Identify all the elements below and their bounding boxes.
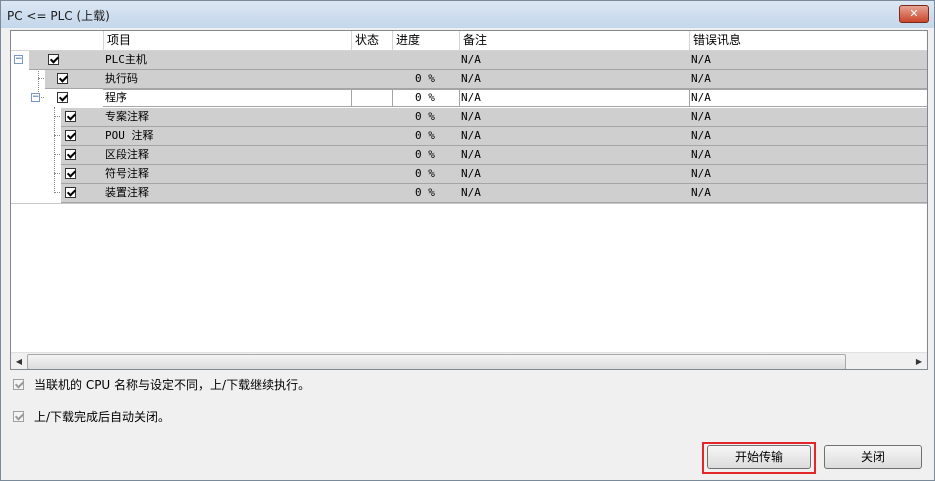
- scroll-left-icon[interactable]: ◀: [11, 353, 27, 369]
- progress-value: 0 %: [415, 148, 435, 161]
- item-label: POU 注释: [105, 129, 154, 142]
- col-item[interactable]: 项目: [103, 31, 351, 50]
- item-label: 执行码: [105, 72, 138, 85]
- col-error[interactable]: 错误讯息: [689, 31, 927, 50]
- item-label: 装置注释: [105, 186, 149, 199]
- item-label: 区段注释: [105, 148, 149, 161]
- scroll-thumb[interactable]: [27, 354, 846, 369]
- note-value: N/A: [461, 53, 481, 66]
- error-value: N/A: [691, 148, 711, 161]
- title-bar: PC <= PLC (上载) ✕: [1, 1, 934, 28]
- option-label: 当联机的 CPU 名称与设定不同，上/下载继续执行。: [34, 378, 311, 392]
- tree-row-exec-code[interactable]: 执行码 0 % N/A N/A: [11, 70, 927, 89]
- progress-value: 0 %: [415, 110, 435, 123]
- window-title: PC <= PLC (上载): [7, 9, 110, 23]
- progress-value: 0 %: [415, 186, 435, 199]
- checkbox-icon[interactable]: [57, 73, 68, 84]
- row-outline: [103, 89, 927, 107]
- error-value: N/A: [691, 53, 711, 66]
- cell-divider: [392, 89, 393, 107]
- progress-value: 0 %: [415, 72, 435, 85]
- cell-divider: [459, 89, 460, 107]
- col-progress[interactable]: 进度: [392, 31, 459, 50]
- note-value: N/A: [461, 110, 481, 123]
- checkbox-icon[interactable]: [48, 54, 59, 65]
- progress-value: 0 %: [415, 167, 435, 180]
- item-label: PLC主机: [105, 53, 147, 66]
- transfer-tree-list[interactable]: 项目 状态 进度 备注 错误讯息 − PLC主机 N/A N/A 执行码 0 %…: [10, 30, 928, 370]
- checkbox-icon[interactable]: [65, 149, 76, 160]
- row-background: [61, 165, 927, 184]
- option-label: 上/下载完成后自动关闭。: [34, 410, 171, 424]
- checkbox-icon[interactable]: [65, 130, 76, 141]
- error-value: N/A: [691, 110, 711, 123]
- cell-divider: [689, 89, 690, 107]
- dialog-window: PC <= PLC (上载) ✕ 项目 状态 进度 备注 错误讯息 − PLC主…: [0, 0, 935, 481]
- cell-divider: [351, 89, 352, 107]
- list-bottom-divider: [11, 203, 927, 204]
- note-value: N/A: [461, 72, 481, 85]
- tree-row-device-comment[interactable]: 装置注释 0 % N/A N/A: [11, 184, 927, 203]
- tree-row-plc-host[interactable]: − PLC主机 N/A N/A: [11, 51, 927, 70]
- checkbox-icon[interactable]: [13, 411, 24, 422]
- col-note[interactable]: 备注: [459, 31, 689, 50]
- error-value: N/A: [691, 167, 711, 180]
- collapse-icon[interactable]: −: [14, 55, 23, 64]
- tree-row-section-comment[interactable]: 区段注释 0 % N/A N/A: [11, 146, 927, 165]
- column-header: 项目 状态 进度 备注 错误讯息: [11, 31, 927, 51]
- checkbox-icon[interactable]: [57, 92, 68, 103]
- note-value: N/A: [461, 91, 481, 104]
- scroll-right-icon[interactable]: ▶: [911, 353, 927, 369]
- row-background: [61, 146, 927, 165]
- item-label: 符号注释: [105, 167, 149, 180]
- error-value: N/A: [691, 91, 711, 104]
- note-value: N/A: [461, 129, 481, 142]
- item-label: 专案注释: [105, 110, 149, 123]
- close-button[interactable]: 关闭: [824, 445, 922, 469]
- item-label: 程序: [105, 91, 127, 104]
- error-value: N/A: [691, 186, 711, 199]
- tree-row-symbol-comment[interactable]: 符号注释 0 % N/A N/A: [11, 165, 927, 184]
- collapse-icon[interactable]: −: [31, 93, 40, 102]
- row-background: [45, 70, 927, 89]
- close-icon[interactable]: ✕: [899, 5, 929, 23]
- start-transfer-button[interactable]: 开始传输: [707, 445, 811, 469]
- error-value: N/A: [691, 72, 711, 85]
- horizontal-scrollbar[interactable]: ◀ ▶: [11, 352, 927, 369]
- row-background: [61, 184, 927, 203]
- error-value: N/A: [691, 129, 711, 142]
- tree-row-program[interactable]: − 程序 0 % N/A N/A: [11, 89, 927, 108]
- progress-value: 0 %: [415, 91, 435, 104]
- row-background: [61, 108, 927, 127]
- tree-row-project-comment[interactable]: 专案注释 0 % N/A N/A: [11, 108, 927, 127]
- checkbox-icon[interactable]: [65, 168, 76, 179]
- checkbox-icon[interactable]: [65, 187, 76, 198]
- checkbox-icon[interactable]: [13, 379, 24, 390]
- note-value: N/A: [461, 167, 481, 180]
- checkbox-icon[interactable]: [65, 111, 76, 122]
- row-background: [61, 127, 927, 146]
- tree-row-pou-comment[interactable]: POU 注释 0 % N/A N/A: [11, 127, 927, 146]
- note-value: N/A: [461, 186, 481, 199]
- progress-value: 0 %: [415, 129, 435, 142]
- col-status[interactable]: 状态: [351, 31, 392, 50]
- note-value: N/A: [461, 148, 481, 161]
